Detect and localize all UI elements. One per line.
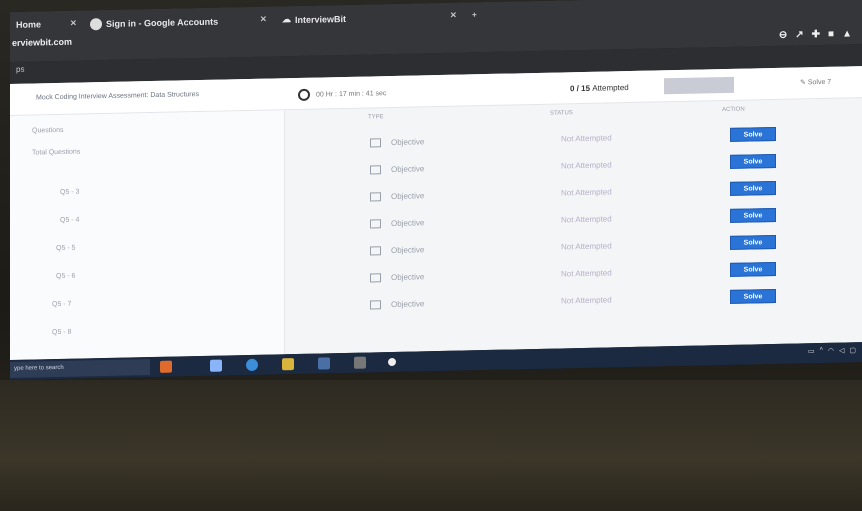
zoom-icon[interactable]: ⊖ <box>779 30 787 41</box>
notification-icon[interactable]: ▢ <box>849 346 856 354</box>
timer-value: 00 Hr : 17 min : 41 sec <box>316 89 387 99</box>
objective-icon <box>370 165 381 175</box>
solve-button[interactable]: Solve <box>730 153 776 169</box>
clock-icon <box>298 88 310 101</box>
sidebar-item[interactable]: Total Questions <box>32 149 80 157</box>
question-status: Not Attempted <box>561 187 612 198</box>
question-type: Objective <box>391 164 425 175</box>
tab-label: Home <box>16 19 42 30</box>
question-status: Not Attempted <box>561 295 612 306</box>
google-icon <box>90 18 102 31</box>
extensions-icon[interactable]: ✚ <box>812 29 820 40</box>
browser-toolbar-icons: ⊖ ↗ ✚ ■ ▲ <box>779 28 852 41</box>
close-icon[interactable]: ✕ <box>450 11 457 20</box>
solve-button[interactable]: Solve <box>730 180 776 196</box>
url-text[interactable]: erviewbit.com <box>12 37 72 48</box>
tab-google-signin[interactable]: Sign in - Google Accounts <box>90 16 218 31</box>
battery-icon[interactable]: ▭ <box>808 347 815 355</box>
solve-button[interactable]: Solve <box>730 288 776 304</box>
objective-icon <box>370 246 381 256</box>
tab-interviewbit[interactable]: ☁ InterviewBit <box>282 13 346 25</box>
desk-surface <box>0 380 862 511</box>
share-icon[interactable]: ↗ <box>795 29 803 40</box>
tab-label: Sign in - Google Accounts <box>106 16 219 29</box>
wifi-icon[interactable]: ◠ <box>828 347 834 355</box>
column-header-status: STATUS <box>550 110 573 117</box>
sidebar-item[interactable]: Q5 - 4 <box>60 217 79 224</box>
solve-button[interactable]: Solve <box>730 207 776 223</box>
sidebar-item[interactable]: Q5 - 6 <box>56 273 75 280</box>
monitor-screen: Home ✕ Sign in - Google Accounts ✕ ☁ Int… <box>10 0 862 381</box>
tab-label: InterviewBit <box>295 13 347 25</box>
app-icon[interactable] <box>160 360 172 373</box>
close-icon[interactable]: ✕ <box>70 19 77 28</box>
tab-home[interactable]: Home <box>16 19 41 30</box>
question-status: Not Attempted <box>561 214 612 225</box>
objective-icon <box>370 219 381 229</box>
question-type: Objective <box>391 137 425 148</box>
sidebar-item[interactable]: Q5 - 7 <box>52 301 71 308</box>
close-icon[interactable]: ✕ <box>260 15 267 24</box>
system-tray: ▭ ^ ◠ ◁ ▢ <box>808 346 856 355</box>
sidebar-item[interactable]: Q5 - 8 <box>52 329 71 336</box>
question-type: Objective <box>391 218 425 229</box>
submit-button[interactable] <box>664 76 734 95</box>
photo-frame: Home ✕ Sign in - Google Accounts ✕ ☁ Int… <box>0 0 862 511</box>
timer: 00 Hr : 17 min : 41 sec <box>298 87 386 101</box>
profile-icon[interactable]: ■ <box>828 29 834 40</box>
help-label: Solve 7 <box>807 78 832 87</box>
account-icon[interactable]: ▲ <box>842 28 852 39</box>
column-header-type: TYPE <box>368 114 384 121</box>
volume-icon[interactable]: ◁ <box>839 347 844 355</box>
edge-icon[interactable] <box>246 358 258 372</box>
sidebar-section-title: Questions <box>32 126 64 135</box>
attempt-counter: 0 / 15 Attempted <box>570 83 629 93</box>
sidebar-item[interactable]: Q5 - 5 <box>56 245 75 252</box>
help-icon: ✎ <box>800 79 806 87</box>
question-sidebar: Questions Total Questions Q5 - 3 Q5 - 4 … <box>10 110 285 361</box>
address-text: ps <box>16 64 25 74</box>
objective-icon <box>370 273 381 283</box>
store-icon[interactable] <box>318 357 330 370</box>
column-header-action: ACTION <box>722 106 745 114</box>
chrome-icon[interactable] <box>354 356 366 369</box>
new-tab-icon[interactable]: + <box>472 10 477 19</box>
question-type: Objective <box>391 272 425 283</box>
task-view-icon[interactable] <box>210 359 222 372</box>
question-status: Not Attempted <box>561 160 612 171</box>
chevron-up-icon[interactable]: ^ <box>820 347 823 355</box>
objective-icon <box>370 300 381 310</box>
taskbar-search-input[interactable]: ype here to search <box>10 359 150 378</box>
objective-icon <box>370 138 381 148</box>
solve-button[interactable]: Solve <box>730 234 776 250</box>
question-type: Objective <box>391 191 425 202</box>
objective-icon <box>370 192 381 202</box>
question-status: Not Attempted <box>561 133 612 144</box>
interviewbit-icon: ☁ <box>282 14 291 25</box>
help-link[interactable]: ✎ Solve 7 <box>800 78 831 87</box>
attempt-count: 0 / 15 <box>570 83 591 94</box>
app-icon[interactable] <box>388 357 396 367</box>
attempt-label: Attempted <box>592 83 629 93</box>
question-type: Objective <box>391 299 425 310</box>
solve-button[interactable]: Solve <box>730 261 776 277</box>
sidebar-item[interactable]: Q5 - 3 <box>60 189 79 196</box>
assessment-page: Mock Coding Interview Assessment: Data S… <box>10 66 862 361</box>
question-type: Objective <box>391 245 425 256</box>
test-title: Mock Coding Interview Assessment: Data S… <box>36 91 200 102</box>
question-status: Not Attempted <box>561 268 612 279</box>
file-explorer-icon[interactable] <box>282 358 294 371</box>
solve-button[interactable]: Solve <box>730 126 776 142</box>
question-status: Not Attempted <box>561 241 612 252</box>
